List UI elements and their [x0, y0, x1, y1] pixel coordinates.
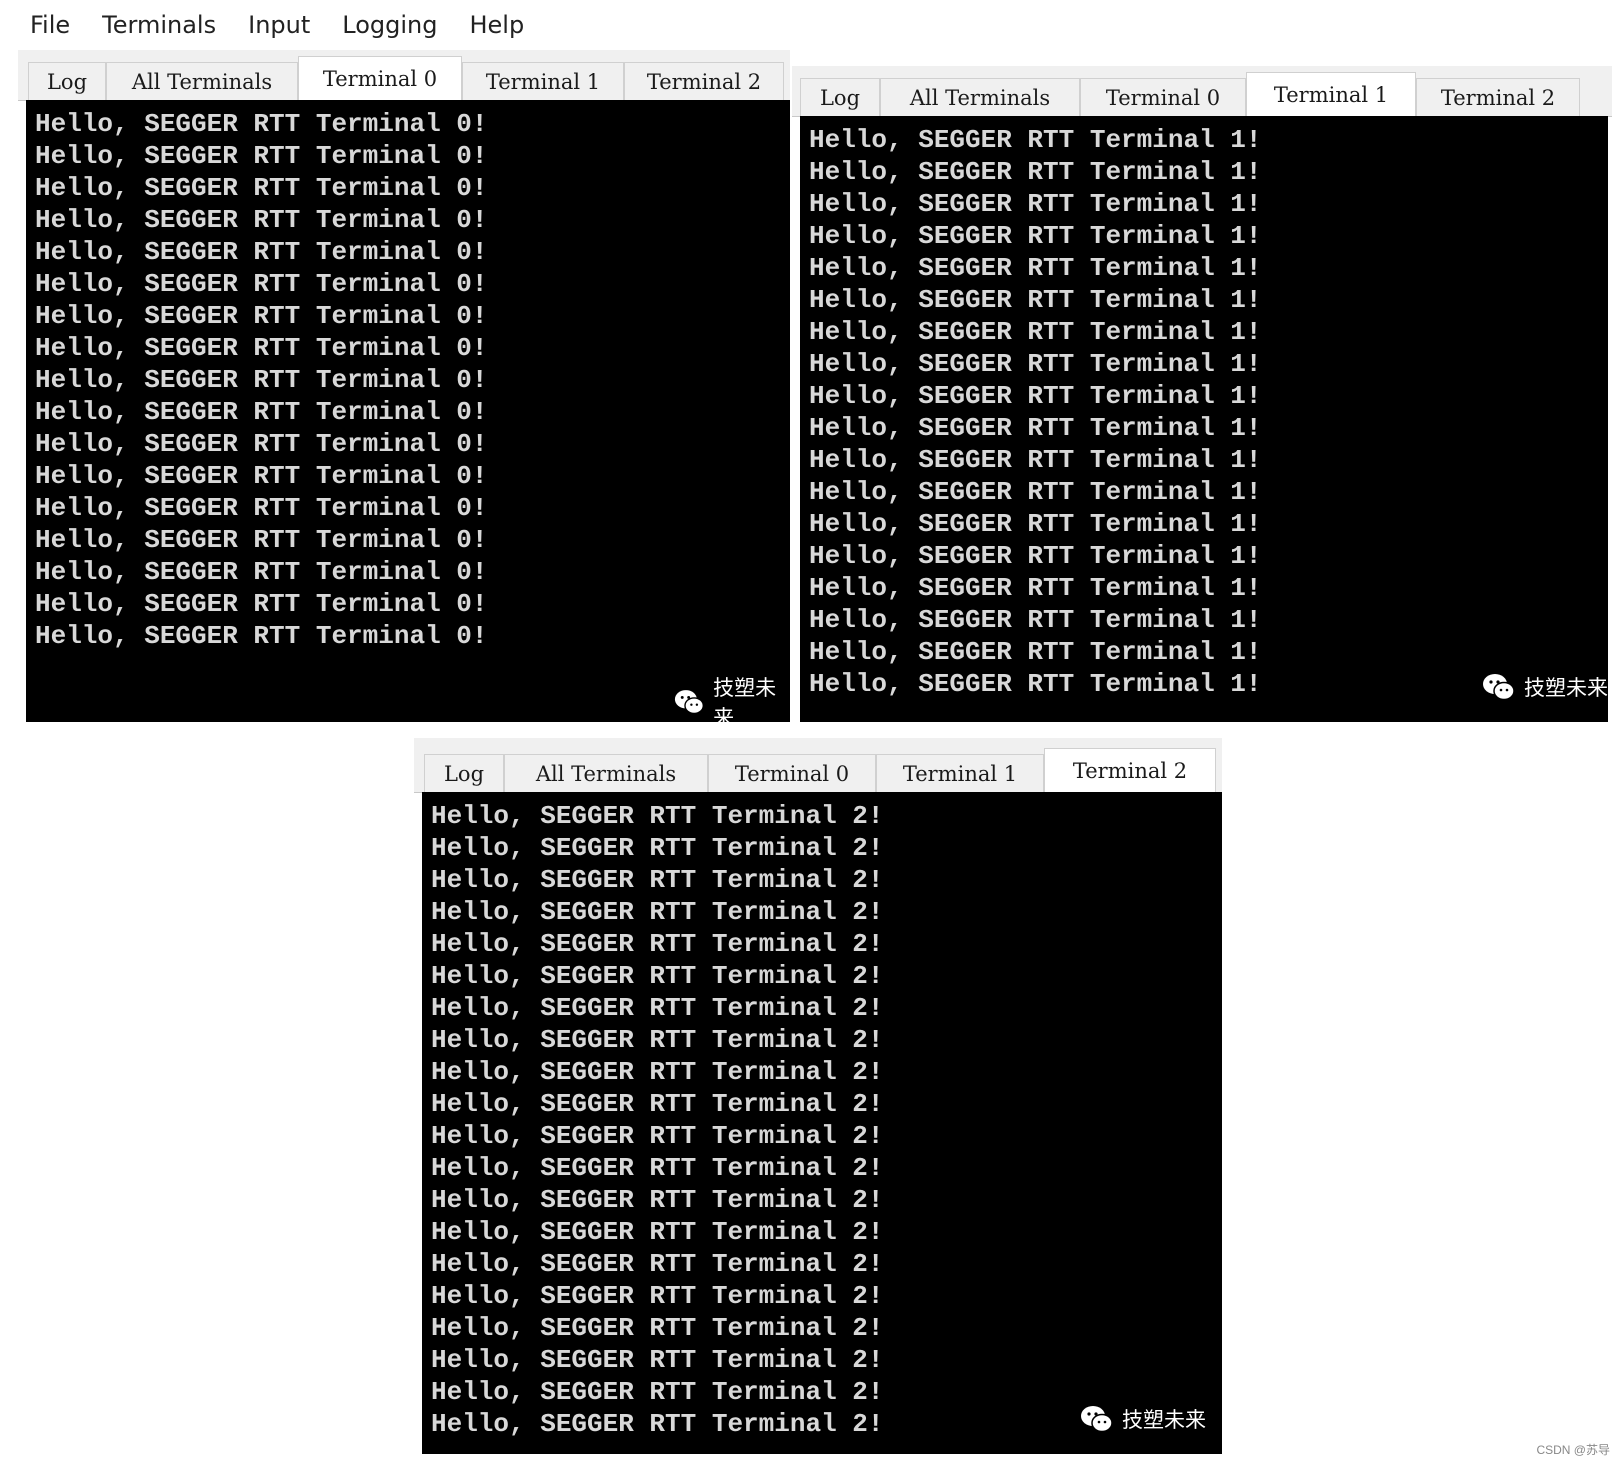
terminal-line: Hello, SEGGER RTT Terminal 0!: [35, 365, 488, 395]
terminal-line: Hello, SEGGER RTT Terminal 1!: [809, 189, 1262, 219]
watermark: 技塑未来: [1482, 672, 1608, 702]
menu-logging[interactable]: Logging: [342, 11, 437, 39]
tab-terminal-1[interactable]: Terminal 1: [876, 754, 1044, 792]
terminal-line: Hello, SEGGER RTT Terminal 0!: [35, 461, 488, 491]
terminal-line: Hello, SEGGER RTT Terminal 0!: [35, 333, 488, 363]
terminal-line: Hello, SEGGER RTT Terminal 2!: [431, 801, 884, 831]
menu-file[interactable]: File: [30, 11, 70, 39]
terminal-line: Hello, SEGGER RTT Terminal 2!: [431, 1217, 884, 1247]
wechat-icon: [1483, 674, 1515, 701]
tab-terminal-2[interactable]: Terminal 2: [624, 62, 784, 100]
wechat-icon: [1081, 1406, 1113, 1433]
tab-terminal-2[interactable]: Terminal 2: [1416, 78, 1580, 116]
watermark-text: 技塑未来: [1524, 676, 1608, 700]
tab-all-terminals[interactable]: All Terminals: [504, 754, 708, 792]
terminal-line: Hello, SEGGER RTT Terminal 2!: [431, 1025, 884, 1055]
terminal-line: Hello, SEGGER RTT Terminal 1!: [809, 477, 1262, 507]
terminal-0-window: Log All Terminals Terminal 0 Terminal 1 …: [18, 50, 790, 730]
terminal-2-window: Log All Terminals Terminal 0 Terminal 1 …: [414, 738, 1222, 1454]
tab-terminal-0[interactable]: Terminal 0: [1080, 78, 1246, 116]
tab-terminal-1[interactable]: Terminal 1: [1246, 72, 1416, 116]
terminal-line: Hello, SEGGER RTT Terminal 1!: [809, 349, 1262, 379]
terminal-line: Hello, SEGGER RTT Terminal 0!: [35, 269, 488, 299]
terminal-line: Hello, SEGGER RTT Terminal 2!: [431, 833, 884, 863]
terminal-output[interactable]: Hello, SEGGER RTT Terminal 2! Hello, SEGG…: [422, 792, 1222, 1454]
tab-terminal-0[interactable]: Terminal 0: [708, 754, 876, 792]
tab-terminal-1[interactable]: Terminal 1: [462, 62, 624, 100]
terminal-line: Hello, SEGGER RTT Terminal 0!: [35, 621, 488, 651]
terminal-line: Hello, SEGGER RTT Terminal 1!: [809, 381, 1262, 411]
terminal-1-window: Log All Terminals Terminal 0 Terminal 1 …: [792, 66, 1612, 722]
menu-help[interactable]: Help: [469, 11, 524, 39]
terminal-line: Hello, SEGGER RTT Terminal 2!: [431, 1345, 884, 1375]
terminal-line: Hello, SEGGER RTT Terminal 0!: [35, 397, 488, 427]
menu-input[interactable]: Input: [248, 11, 310, 39]
terminal-line: Hello, SEGGER RTT Terminal 2!: [431, 865, 884, 895]
terminal-line: Hello, SEGGER RTT Terminal 1!: [809, 285, 1262, 315]
terminal-line: Hello, SEGGER RTT Terminal 0!: [35, 205, 488, 235]
terminal-line: Hello, SEGGER RTT Terminal 1!: [809, 637, 1262, 667]
watermark-text: 技塑未来: [713, 676, 777, 730]
terminal-line: Hello, SEGGER RTT Terminal 1!: [809, 413, 1262, 443]
terminal-line: Hello, SEGGER RTT Terminal 1!: [809, 445, 1262, 475]
terminal-line: Hello, SEGGER RTT Terminal 2!: [431, 929, 884, 959]
terminal-output[interactable]: Hello, SEGGER RTT Terminal 0! Hello, SEGG…: [26, 100, 790, 722]
terminal-line: Hello, SEGGER RTT Terminal 1!: [809, 253, 1262, 283]
terminal-line: Hello, SEGGER RTT Terminal 0!: [35, 141, 488, 171]
terminal-line: Hello, SEGGER RTT Terminal 1!: [809, 221, 1262, 251]
terminal-line: Hello, SEGGER RTT Terminal 1!: [809, 605, 1262, 635]
terminal-line: Hello, SEGGER RTT Terminal 2!: [431, 1313, 884, 1343]
terminal-line: Hello, SEGGER RTT Terminal 2!: [431, 1281, 884, 1311]
terminal-line: Hello, SEGGER RTT Terminal 0!: [35, 557, 488, 587]
watermark: 技塑未来: [1080, 1404, 1206, 1434]
terminal-line: Hello, SEGGER RTT Terminal 0!: [35, 589, 488, 619]
menu-terminals[interactable]: Terminals: [102, 11, 216, 39]
tab-terminal-2[interactable]: Terminal 2: [1044, 748, 1216, 792]
tab-strip: Log All Terminals Terminal 0 Terminal 1 …: [792, 66, 1612, 117]
watermark: 技塑未来: [674, 672, 790, 732]
terminal-line: Hello, SEGGER RTT Terminal 2!: [431, 1057, 884, 1087]
tab-log[interactable]: Log: [28, 62, 106, 100]
tab-strip: Log All Terminals Terminal 0 Terminal 1 …: [414, 738, 1222, 793]
terminal-line: Hello, SEGGER RTT Terminal 2!: [431, 993, 884, 1023]
terminal-line: Hello, SEGGER RTT Terminal 1!: [809, 541, 1262, 571]
tab-all-terminals[interactable]: All Terminals: [880, 78, 1080, 116]
terminal-line: Hello, SEGGER RTT Terminal 1!: [809, 317, 1262, 347]
terminal-line: Hello, SEGGER RTT Terminal 1!: [809, 157, 1262, 187]
tab-log[interactable]: Log: [424, 754, 504, 792]
tab-all-terminals[interactable]: All Terminals: [106, 62, 298, 100]
terminal-line: Hello, SEGGER RTT Terminal 1!: [809, 509, 1262, 539]
terminal-line: Hello, SEGGER RTT Terminal 1!: [809, 573, 1262, 603]
tab-terminal-0[interactable]: Terminal 0: [298, 56, 462, 100]
terminal-line: Hello, SEGGER RTT Terminal 0!: [35, 173, 488, 203]
tab-strip: Log All Terminals Terminal 0 Terminal 1 …: [18, 50, 790, 101]
terminal-line: Hello, SEGGER RTT Terminal 2!: [431, 1249, 884, 1279]
terminal-line: Hello, SEGGER RTT Terminal 2!: [431, 1089, 884, 1119]
terminal-line: Hello, SEGGER RTT Terminal 2!: [431, 897, 884, 927]
watermark-text: 技塑未来: [1122, 1408, 1206, 1432]
credit-text: CSDN @苏导: [1536, 1443, 1610, 1457]
terminal-line: Hello, SEGGER RTT Terminal 1!: [809, 125, 1262, 155]
wechat-icon: [674, 690, 704, 715]
terminal-output[interactable]: Hello, SEGGER RTT Terminal 1! Hello, SEGG…: [800, 116, 1608, 722]
tab-log[interactable]: Log: [800, 78, 880, 116]
terminal-line: Hello, SEGGER RTT Terminal 2!: [431, 1185, 884, 1215]
terminal-line: Hello, SEGGER RTT Terminal 0!: [35, 301, 488, 331]
terminal-line: Hello, SEGGER RTT Terminal 0!: [35, 525, 488, 555]
terminal-line: Hello, SEGGER RTT Terminal 2!: [431, 1121, 884, 1151]
terminal-line: Hello, SEGGER RTT Terminal 0!: [35, 493, 488, 523]
terminal-line: Hello, SEGGER RTT Terminal 2!: [431, 1153, 884, 1183]
terminal-line: Hello, SEGGER RTT Terminal 2!: [431, 961, 884, 991]
terminal-line: Hello, SEGGER RTT Terminal 0!: [35, 109, 488, 139]
menu-bar: File Terminals Input Logging Help: [0, 0, 556, 50]
terminal-line: Hello, SEGGER RTT Terminal 0!: [35, 237, 488, 267]
terminal-line: Hello, SEGGER RTT Terminal 0!: [35, 429, 488, 459]
